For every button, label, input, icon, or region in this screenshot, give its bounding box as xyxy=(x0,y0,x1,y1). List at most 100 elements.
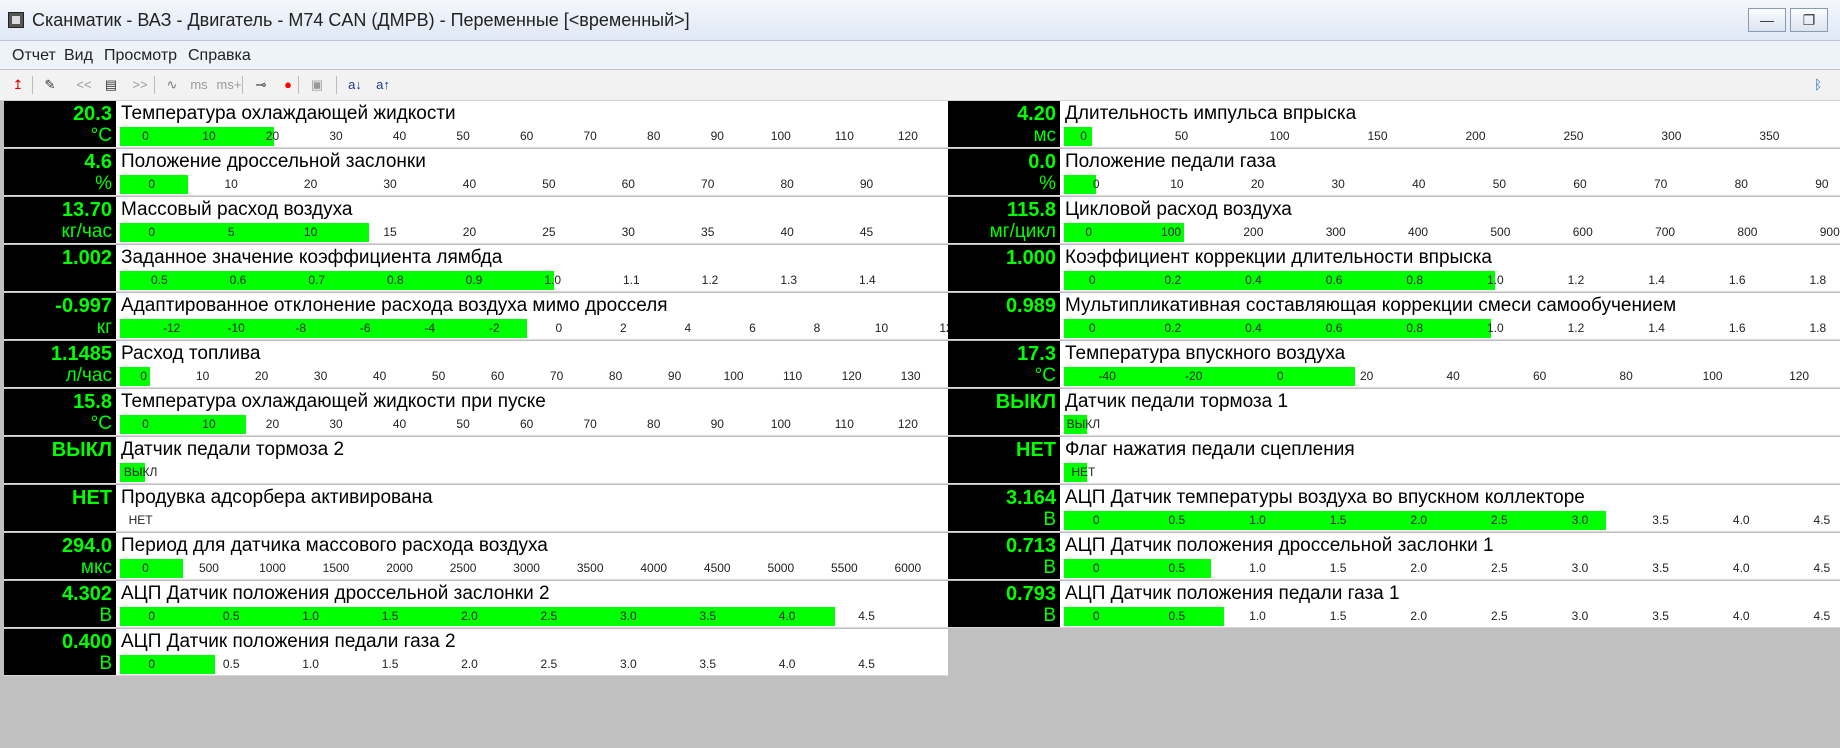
scale-tick: 1.8 xyxy=(1809,321,1827,335)
scale-ticks: 0 0.2 0.4 0.6 0.8 1.0 1.2 1.4 1.6 1.8 xyxy=(1064,271,1838,290)
parameter-value: 294.0 xyxy=(61,535,112,557)
parameter-row[interactable]: 13.70 кг/час Массовый расход воздуха 0 5 10 15… xyxy=(4,197,948,244)
scale-tick: 0 xyxy=(1092,609,1100,623)
next-icon[interactable]: >> xyxy=(128,76,152,94)
menu-view[interactable]: Вид xyxy=(64,47,93,65)
record-start-icon[interactable]: ↥ xyxy=(8,76,28,94)
scale-tick: 0.6 xyxy=(229,273,247,287)
scale-tick: 0.5 xyxy=(1168,609,1186,623)
scale-tick: 20 xyxy=(462,225,477,239)
parameter-row[interactable]: 20.3 °C Температура охлаждающей жидкости 0 1… xyxy=(4,101,948,148)
scale-tick: 0 xyxy=(148,609,156,623)
toolbar-separator xyxy=(336,76,337,94)
scale-tick: 1.0 xyxy=(302,657,319,671)
parameter-name: Продувка адсорбера активирована xyxy=(121,487,433,508)
scale-tick: 200 xyxy=(1243,225,1264,239)
scale-tick: 4 xyxy=(684,321,692,335)
parameter-row[interactable]: 1.002 Заданное значение коэффициента лямб… xyxy=(4,245,948,292)
parameter-unit: В xyxy=(99,605,112,626)
menu-report[interactable]: Отчет xyxy=(12,47,56,65)
scale-ticks: 0 0.5 1.0 1.5 2.0 2.5 3.0 3.5 4.0 4.5 xyxy=(1064,559,1838,578)
scale-tick: 4.5 xyxy=(1813,513,1831,527)
scale-tick: 10 xyxy=(202,417,216,431)
scale-ticks: НЕТ xyxy=(120,511,946,530)
connect-icon[interactable]: ⊸ xyxy=(250,76,272,94)
parameter-row[interactable]: 0.0% Положение педали газа 0 10 20 30 40 50 60 70… xyxy=(948,149,1840,196)
list-icon[interactable]: ▤ xyxy=(100,76,122,94)
scale-tick: 6 xyxy=(749,321,756,335)
scale-tick: 1000 xyxy=(259,561,286,575)
parameter-row[interactable]: 1.000 Коэффициент коррекции длительности … xyxy=(948,245,1840,292)
toolbar-separator xyxy=(298,76,299,94)
parameter-value: 0.400 xyxy=(61,631,112,653)
scale-tick: 2.0 xyxy=(461,609,478,623)
title-bar: Сканматик - ВАЗ - Двигатель - M74 CAN (Д… xyxy=(0,0,1840,41)
scale-tick: 15 xyxy=(383,225,397,239)
parameter-unit: В xyxy=(1043,557,1056,578)
parameter-row[interactable]: 0.793 В АЦП Датчик положения педали газа 1… xyxy=(948,581,1840,628)
parameter-row[interactable]: 17.3 °C Температура впускного воздуха -40 -2… xyxy=(948,341,1840,388)
scale-tick: 10 xyxy=(202,129,216,143)
parameter-row[interactable]: НЕТ Флаг нажатия педали сцепления НЕТ xyxy=(948,437,1840,484)
parameter-row[interactable]: 0.989 Мультипликативная составляющая корр… xyxy=(948,293,1840,340)
scale-ticks: 0.5 0.6 0.7 0.8 0.9 1.0 1.1 1.2 1.3 1.4 xyxy=(120,271,946,290)
scale-ticks: 0 5 10 15 20 25 30 35 40 45 xyxy=(120,223,946,242)
parameter-row[interactable]: 4.6% Положение дроссельной заслонки 0 10 20 3… xyxy=(4,149,948,196)
edit-icon[interactable]: ✎ xyxy=(40,76,60,94)
menu-browse[interactable]: Просмотр xyxy=(104,47,177,65)
parameter-row[interactable]: 15.8 °C Температура охлаждающей жидкости п… xyxy=(4,389,948,436)
parameter-row[interactable]: ВЫКЛ Датчик педали тормоза 2 ВЫКЛ xyxy=(4,437,948,484)
parameter-row[interactable]: НЕТ Продувка адсорбера активирована НЕТ xyxy=(4,485,948,532)
prev-icon[interactable]: << xyxy=(72,76,96,94)
record-icon[interactable]: ● xyxy=(278,76,298,94)
parameter-row[interactable]: 0.713 В АЦП Датчик положения дроссельной з… xyxy=(948,533,1840,580)
parameter-name: Температура впускного воздуха xyxy=(1065,343,1346,364)
ms-minus-icon[interactable]: ms xyxy=(188,76,210,94)
minimize-button[interactable]: — xyxy=(1748,8,1786,32)
font-decrease-icon[interactable]: a↓ xyxy=(344,76,366,94)
parameter-value: 0.0 xyxy=(1028,151,1056,173)
scale-tick: 2 xyxy=(620,321,627,335)
scale-ticks: -40 -20 0 20 40 60 80 100 120 xyxy=(1064,367,1838,386)
scale-tick: 0.5 xyxy=(150,273,168,287)
scale-tick: 500 xyxy=(198,561,219,575)
save-icon[interactable]: ▣ xyxy=(306,76,328,94)
wave-icon[interactable]: ∿ xyxy=(162,76,182,94)
parameter-row[interactable]: 0.400 В АЦП Датчик положения педали газа 2… xyxy=(4,629,948,676)
scale-tick: 1.0 xyxy=(1249,609,1266,623)
scale-ticks: 0 10 20 30 40 50 60 70 80 90 100 110 120 130 xyxy=(120,367,946,386)
scale-tick: 5000 xyxy=(767,561,795,575)
parameter-name: Положение педали газа xyxy=(1065,151,1276,172)
ms-plus-icon[interactable]: ms+ xyxy=(216,76,242,94)
scale-tick: ВЫКЛ xyxy=(1066,417,1101,431)
scale-tick: 800 xyxy=(1737,225,1758,239)
parameter-row[interactable]: 294.0 мкс Период для датчика массового рас… xyxy=(4,533,948,580)
scale-tick: 30 xyxy=(313,369,328,383)
scale-tick: 100 xyxy=(1161,225,1182,239)
parameter-row[interactable]: 4.302 В АЦП Датчик положения дроссельной з… xyxy=(4,581,948,628)
scale-tick: 6000 xyxy=(894,561,922,575)
parameter-unit: °C xyxy=(90,413,112,434)
parameter-row[interactable]: ВЫКЛ Датчик педали тормоза 1 ВЫКЛ xyxy=(948,389,1840,436)
parameter-row[interactable]: 4.20 мс Длительность импульса впрыска 0 50 10… xyxy=(948,101,1840,148)
scale-tick: 40 xyxy=(462,177,477,191)
value-box: 294.0 мкс xyxy=(4,533,116,579)
parameter-row[interactable]: 1.1485 л/час Расход топлива 0 10 20 30 40 50 60 70… xyxy=(4,341,948,388)
scale-tick: 20 xyxy=(265,129,280,143)
scale-tick: 10 xyxy=(303,225,318,239)
parameter-value: 3.164 xyxy=(1005,487,1056,509)
parameter-row[interactable]: 115.8 мг/цикл Цикловой расход воздуха 0 100 2… xyxy=(948,197,1840,244)
restore-button[interactable]: ❐ xyxy=(1790,8,1828,32)
value-box: 0.0% xyxy=(948,149,1060,195)
scale-tick: 2500 xyxy=(449,561,477,575)
scale-tick: 200 xyxy=(1465,129,1486,143)
bluetooth-icon[interactable]: ᛒ xyxy=(1808,76,1828,94)
font-increase-icon[interactable]: a↑ xyxy=(372,76,394,94)
parameter-row[interactable]: 3.164 В АЦП Датчик температуры воздуха во … xyxy=(948,485,1840,532)
menu-help[interactable]: Справка xyxy=(188,47,251,65)
scale-ticks: 0 0.5 1.0 1.5 2.0 2.5 3.0 3.5 4.0 4.5 xyxy=(1064,511,1838,530)
parameter-row[interactable]: -0.997 кг Адаптированное отклонение расход… xyxy=(4,293,948,340)
scale-ticks: 0 0.5 1.0 1.5 2.0 2.5 3.0 3.5 4.0 4.5 xyxy=(120,607,946,626)
scale-tick: 0.2 xyxy=(1164,321,1182,335)
scale-tick: 4.5 xyxy=(1813,609,1831,623)
